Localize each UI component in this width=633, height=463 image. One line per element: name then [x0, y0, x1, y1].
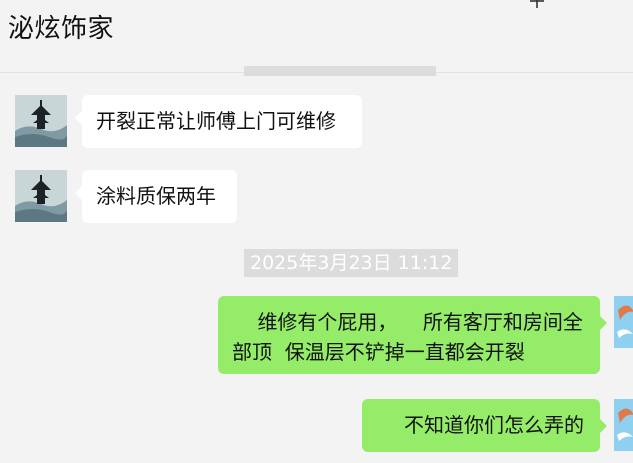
self-avatar[interactable]: [614, 296, 633, 348]
message-bubble[interactable]: 开裂正常让师傅上门可维修: [75, 95, 362, 148]
message-bubble[interactable]: 不知道你们怎么弄的: [362, 399, 607, 452]
message-bubble[interactable]: 维修有个屁用， 所有客厅和房间全部顶 保温层不铲掉一直都会开裂: [218, 296, 607, 374]
message-bubble[interactable]: 涂料质保两年: [75, 170, 237, 223]
message-timestamp: 2025年3月23日 11:12: [244, 249, 459, 277]
previous-timestamp-strip: [244, 66, 436, 76]
self-avatar[interactable]: [614, 399, 633, 451]
chat-title: 泌炫饰家: [8, 14, 115, 44]
contact-avatar[interactable]: [15, 95, 67, 147]
chat-header: 泌炫饰家: [0, 0, 633, 73]
plus-icon[interactable]: [530, 0, 544, 8]
contact-avatar[interactable]: [15, 170, 67, 222]
